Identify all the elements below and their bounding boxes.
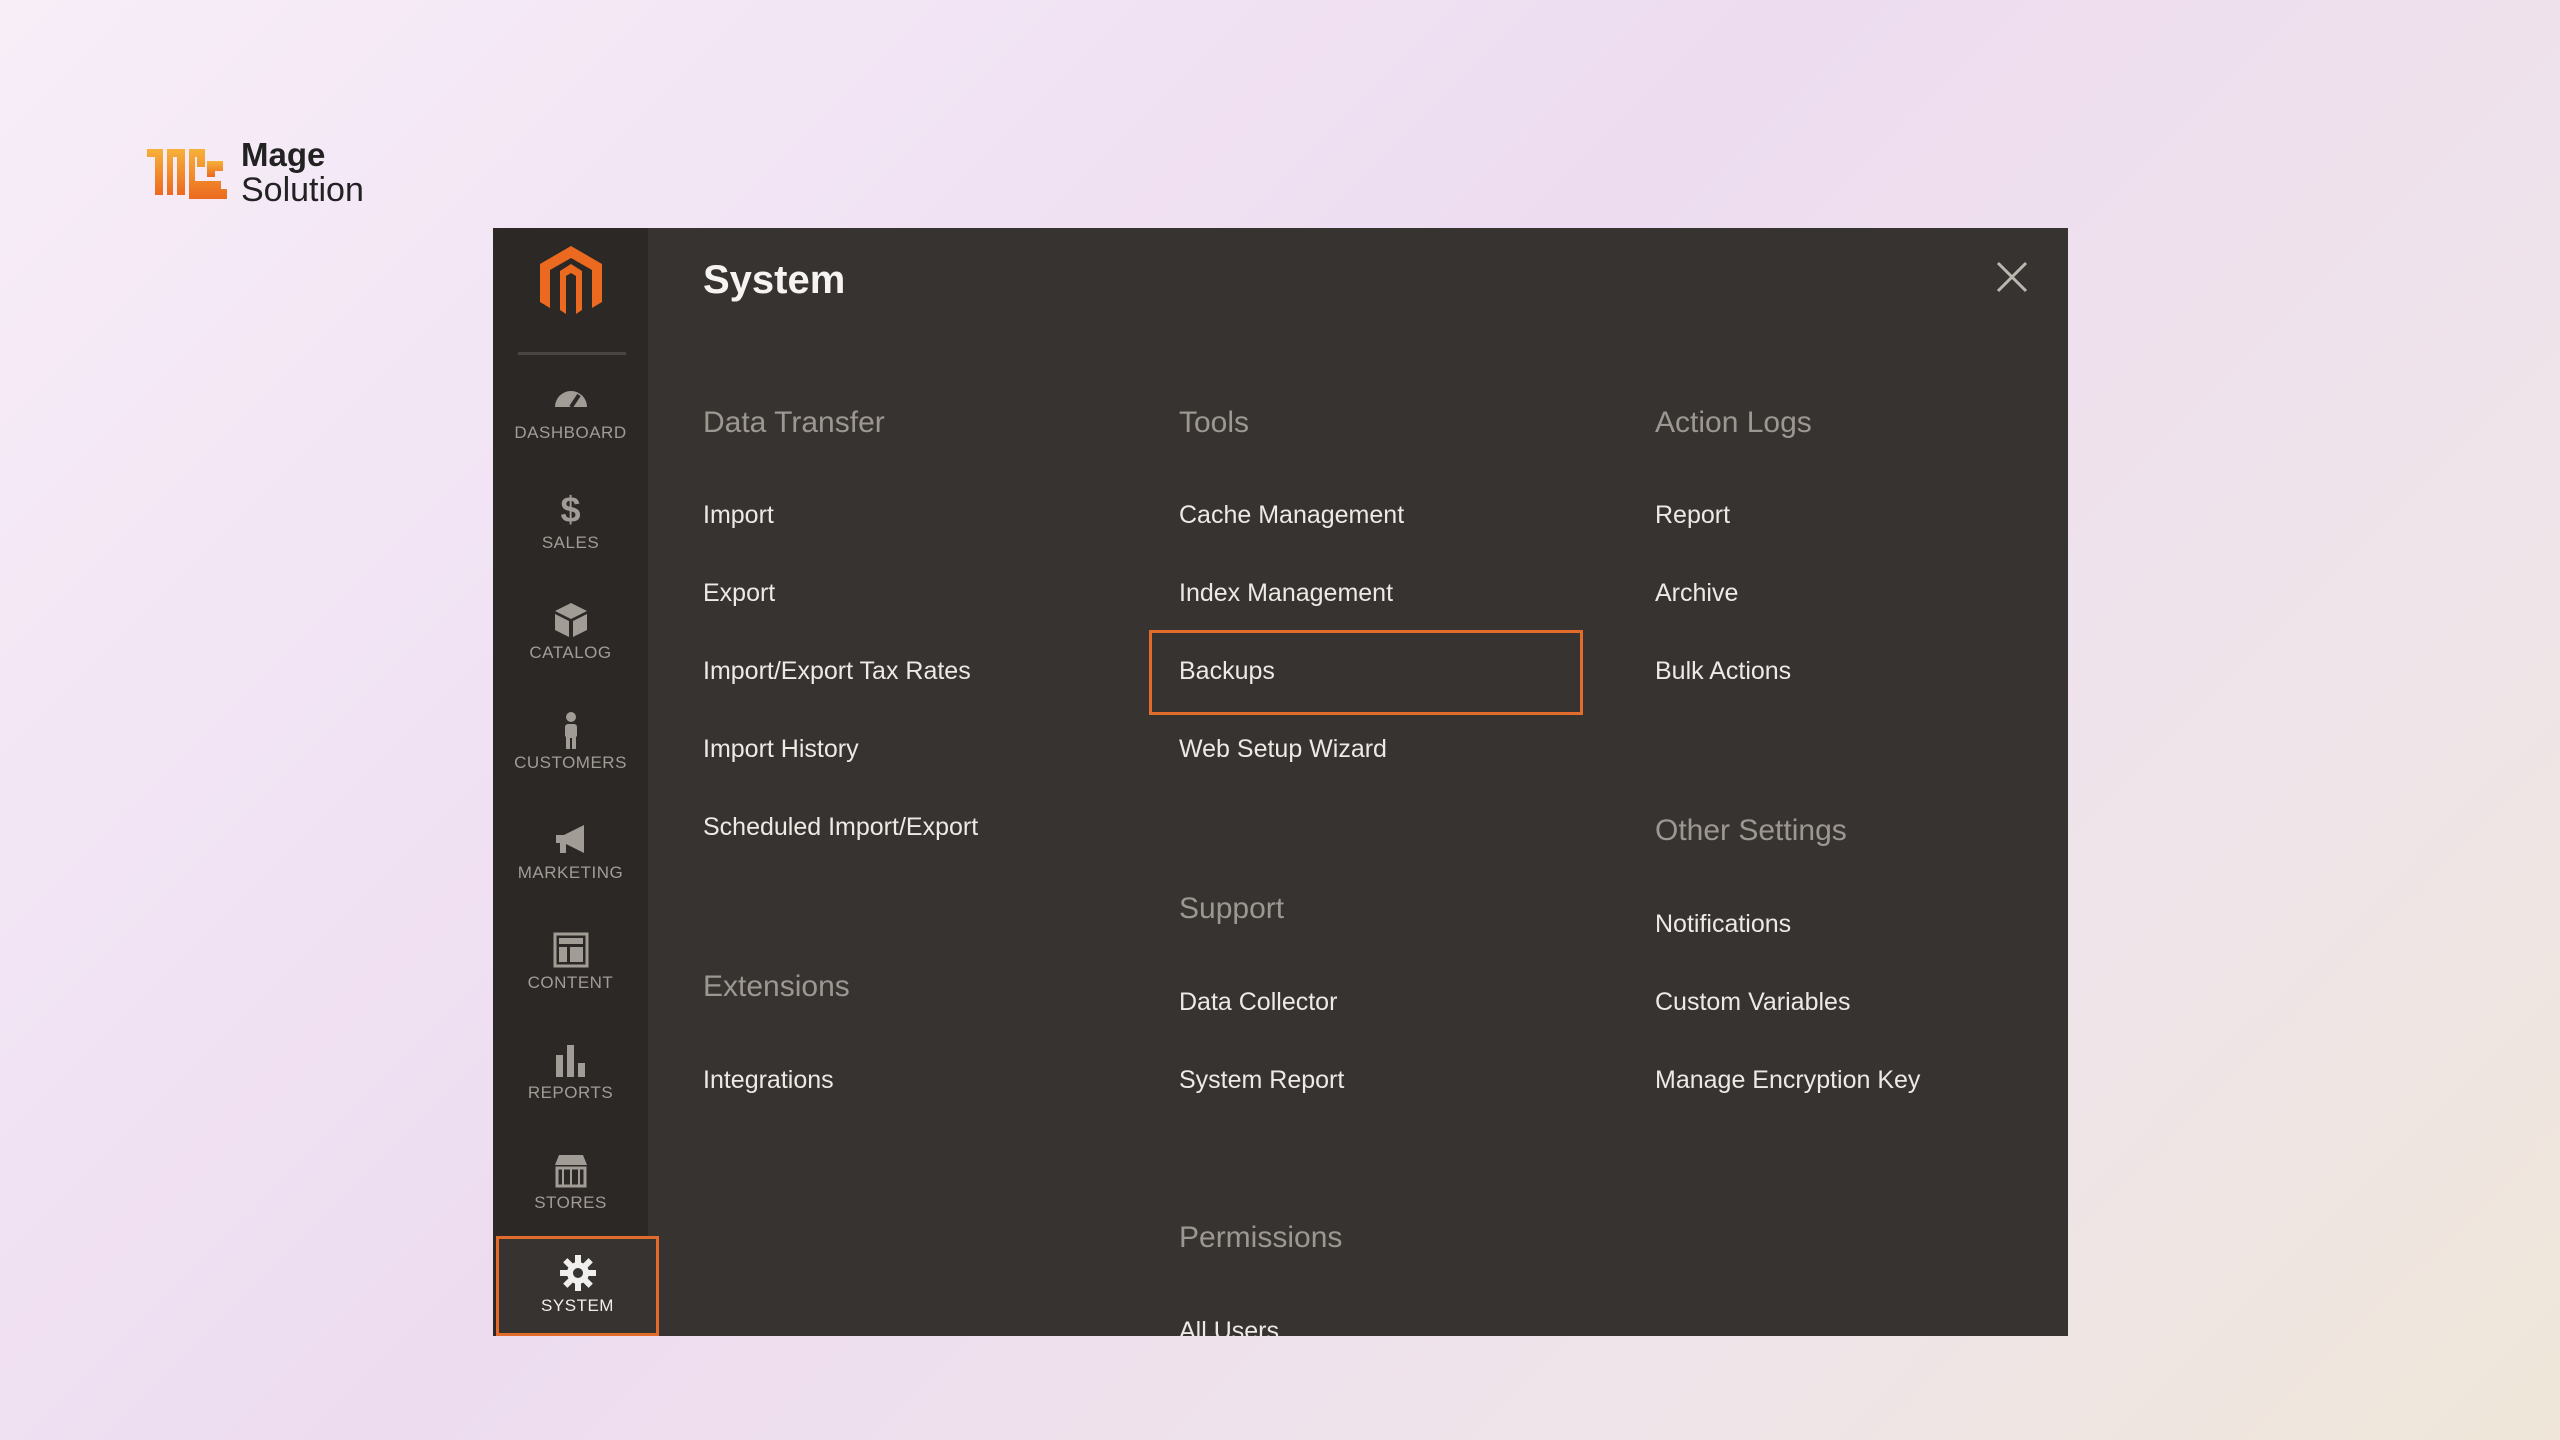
menu-item-all-users[interactable]: All Users <box>1179 1317 1279 1336</box>
megaphone-icon <box>555 825 584 853</box>
layout-icon <box>553 932 588 968</box>
sidebar-item-label: SALES <box>541 533 600 552</box>
menu-item-web-setup-wizard[interactable]: Web Setup Wizard <box>1179 735 1387 764</box>
menu-item-notifications[interactable]: Notifications <box>1655 910 1791 939</box>
dollar-icon: $ <box>560 489 581 530</box>
menu-item-import[interactable]: Import <box>703 501 774 530</box>
menu-item-integrations[interactable]: Integrations <box>703 1066 834 1095</box>
sidebar-item-label: CATALOG <box>529 643 612 662</box>
sidebar-item-label: CONTENT <box>527 973 614 992</box>
section-title-extensions: Extensions <box>703 970 850 1003</box>
sidebar-item-dashboard[interactable]: DASHBOARD <box>493 381 648 481</box>
person-icon <box>564 712 577 749</box>
sidebar-item-label: STORES <box>534 1193 607 1212</box>
admin-sidebar: DASHBOARD $ SALES CATALOG CUSTOMERS MARK… <box>493 228 659 1336</box>
sidebar-item-system[interactable]: SYSTEM <box>496 1236 659 1336</box>
sidebar-item-label: REPORTS <box>527 1083 614 1102</box>
section-title-action-logs: Action Logs <box>1655 406 1812 439</box>
box-icon <box>554 603 587 637</box>
bar-chart-icon <box>555 1045 585 1077</box>
menu-item-system-report[interactable]: System Report <box>1179 1066 1344 1095</box>
section-title-tools: Tools <box>1179 406 1250 439</box>
gear-icon <box>559 1255 596 1291</box>
sidebar-item-sales[interactable]: $ SALES <box>493 491 648 591</box>
sidebar-item-label: SYSTEM <box>541 1296 614 1315</box>
sidebar-item-content[interactable]: CONTENT <box>493 931 648 1031</box>
menu-item-import-history[interactable]: Import History <box>703 735 859 764</box>
close-icon[interactable] <box>1993 258 2031 296</box>
brand-logo: Mage Solution <box>145 138 364 207</box>
section-title-support: Support <box>1179 892 1285 925</box>
section-title-other-settings: Other Settings <box>1655 814 1847 847</box>
storefront-icon <box>554 1155 587 1188</box>
menu-item-backups[interactable]: Backups <box>1179 657 1275 686</box>
menu-item-index-management[interactable]: Index Management <box>1179 579 1393 608</box>
sidebar-item-marketing[interactable]: MARKETING <box>493 821 648 921</box>
sidebar-item-reports[interactable]: REPORTS <box>493 1041 648 1141</box>
panel-title: System <box>703 258 846 302</box>
magento-logo-icon[interactable] <box>538 244 604 320</box>
menu-item-scheduled-import-export[interactable]: Scheduled Import/Export <box>703 813 978 842</box>
sidebar-item-customers[interactable]: CUSTOMERS <box>493 711 648 811</box>
sidebar-item-catalog[interactable]: CATALOG <box>493 601 648 701</box>
menu-item-bulk-actions[interactable]: Bulk Actions <box>1655 657 1791 686</box>
menu-item-custom-variables[interactable]: Custom Variables <box>1655 988 1850 1017</box>
sidebar-item-label: DASHBOARD <box>514 423 627 442</box>
sidebar-item-label: MARKETING <box>517 863 624 882</box>
sidebar-divider <box>518 352 626 355</box>
menu-item-report[interactable]: Report <box>1655 501 1730 530</box>
section-title-permissions: Permissions <box>1179 1221 1343 1254</box>
brand-name-line1: Mage <box>241 136 326 173</box>
system-menu-panel: DASHBOARD $ SALES CATALOG CUSTOMERS MARK… <box>493 228 2068 1336</box>
menu-item-export[interactable]: Export <box>703 579 775 608</box>
mage-solution-logo-icon <box>147 148 227 199</box>
section-title-data-transfer: Data Transfer <box>703 406 885 439</box>
speedometer-icon <box>554 391 587 409</box>
menu-item-import-export-tax-rates[interactable]: Import/Export Tax Rates <box>703 657 971 686</box>
menu-item-manage-encryption-key[interactable]: Manage Encryption Key <box>1655 1066 1920 1095</box>
menu-item-cache-management[interactable]: Cache Management <box>1179 501 1404 530</box>
menu-item-data-collector[interactable]: Data Collector <box>1179 988 1337 1017</box>
brand-name-line2: Solution <box>241 171 364 209</box>
sidebar-item-label: CUSTOMERS <box>514 753 627 772</box>
menu-item-archive[interactable]: Archive <box>1655 579 1738 608</box>
